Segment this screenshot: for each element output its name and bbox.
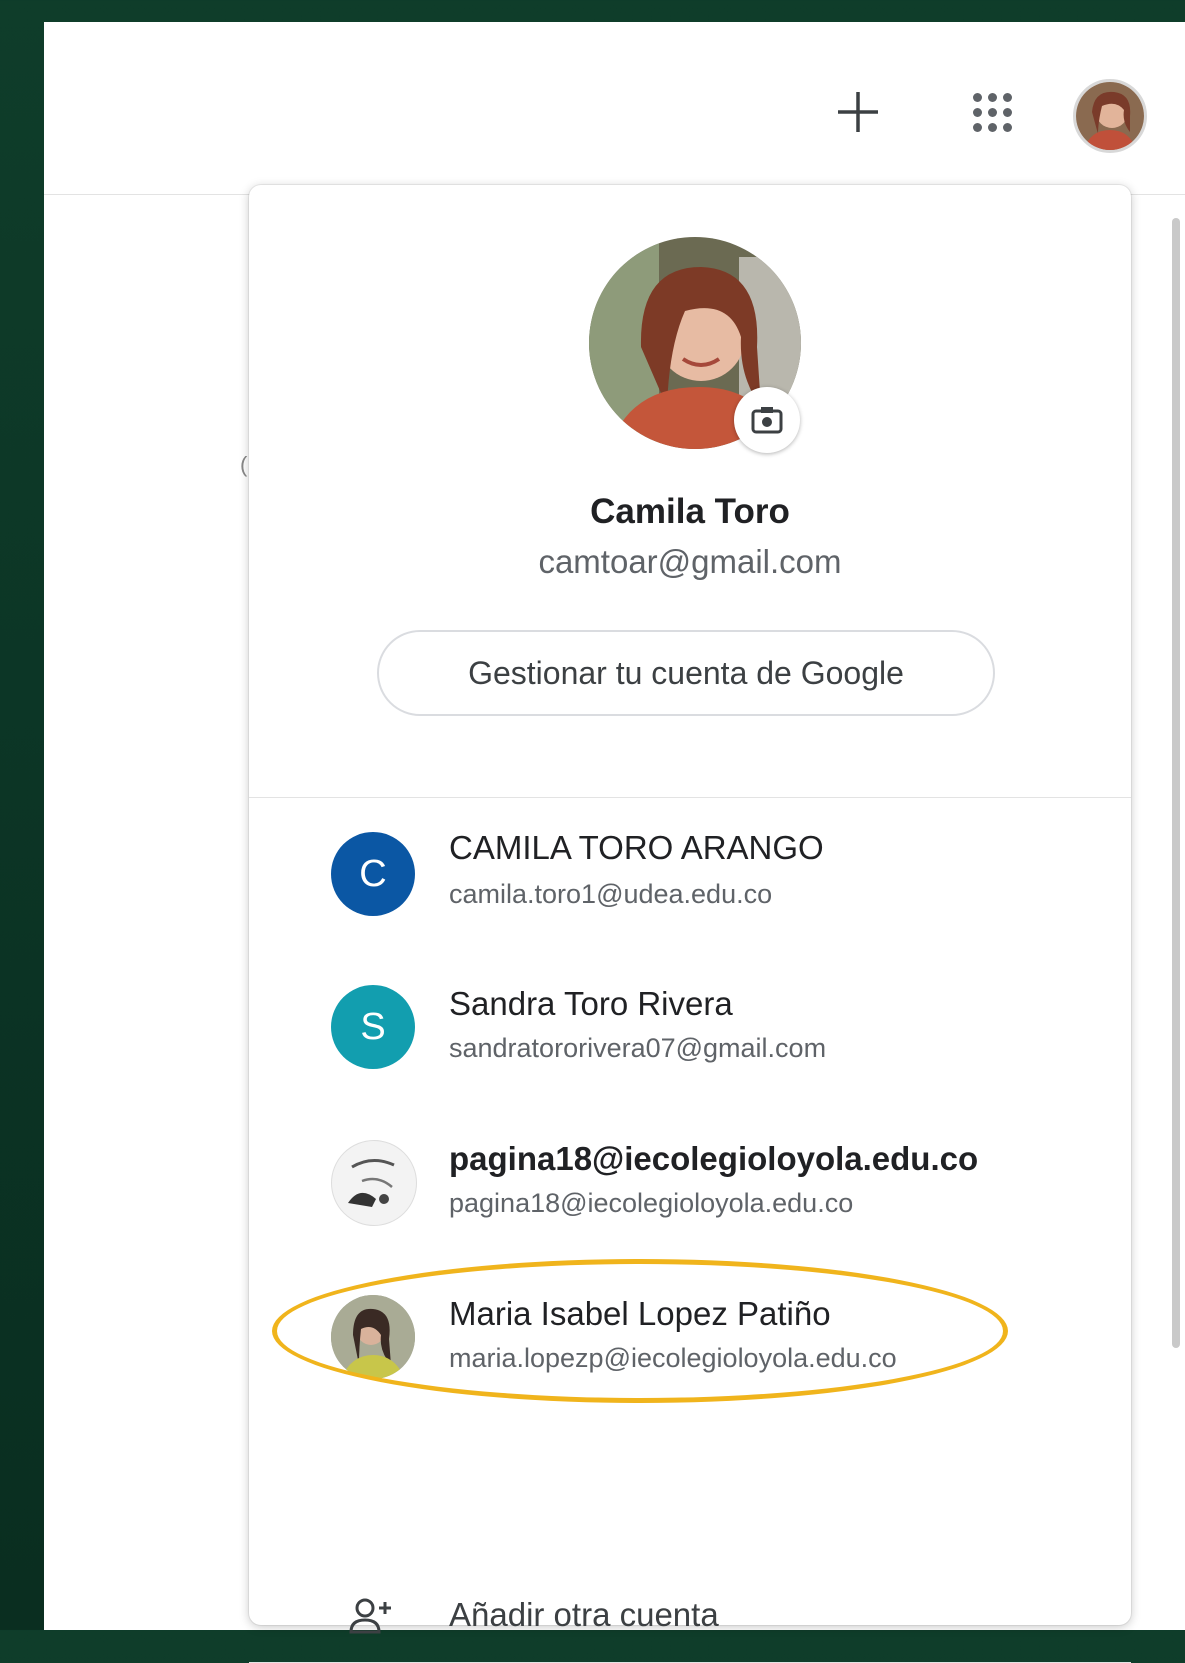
account-email: maria.lopezp@iecolegioloyola.edu.co [449, 1343, 897, 1373]
profile-photo-icon [1076, 82, 1144, 150]
manage-account-button[interactable]: Gestionar tu cuenta de Google [377, 630, 995, 716]
account-item-highlighted[interactable]: Maria Isabel Lopez Patiño maria.lopezp@i… [249, 1275, 1131, 1405]
add-account-label: Añadir otra cuenta [449, 1596, 719, 1633]
account-initial-avatar: S [331, 985, 415, 1069]
top-bar [44, 22, 1185, 195]
apps-grid-button[interactable] [964, 84, 1020, 140]
account-email: pagina18@iecolegioloyola.edu.co [449, 1188, 854, 1218]
drawing-photo-icon [331, 1140, 417, 1226]
account-item[interactable]: pagina18@iecolegioloyola.edu.co pagina18… [249, 1120, 1131, 1250]
account-email: camila.toro1@udea.edu.co [449, 879, 773, 909]
account-name: Sandra Toro Rivera [449, 985, 733, 1022]
plus-icon [838, 92, 878, 132]
photo-avatar [331, 1295, 415, 1379]
account-item[interactable]: C CAMILA TORO ARANGO camila.toro1@udea.e… [249, 807, 1131, 937]
profile-email: camtoar@gmail.com [538, 543, 842, 580]
add-account-button[interactable]: Añadir otra cuenta [249, 1578, 1131, 1658]
account-name: pagina18@iecolegioloyola.edu.co [449, 1140, 979, 1177]
background-glyph: ( [240, 452, 248, 477]
camera-icon [751, 407, 783, 434]
account-item[interactable]: S Sandra Toro Rivera sandratororivera07@… [249, 965, 1131, 1095]
account-name: CAMILA TORO ARANGO [449, 829, 824, 866]
browser-viewport: ( Camila Toro camtoar@gmail.com Gestiona… [44, 22, 1185, 1663]
account-initial-avatar: C [331, 832, 415, 916]
account-menu-panel: Camila Toro camtoar@gmail.com Gestionar … [249, 185, 1131, 1663]
profile-name: Camila Toro [590, 492, 790, 531]
account-email: sandratororivera07@gmail.com [449, 1033, 827, 1063]
account-avatar-button[interactable] [1073, 79, 1147, 153]
create-button[interactable] [828, 82, 888, 142]
divider [249, 797, 1131, 798]
account-name: Maria Isabel Lopez Patiño [449, 1295, 831, 1332]
change-photo-button[interactable] [734, 387, 800, 453]
scrollbar[interactable] [1172, 218, 1180, 1348]
add-person-icon [349, 1598, 391, 1634]
apps-grid-icon [972, 92, 982, 102]
